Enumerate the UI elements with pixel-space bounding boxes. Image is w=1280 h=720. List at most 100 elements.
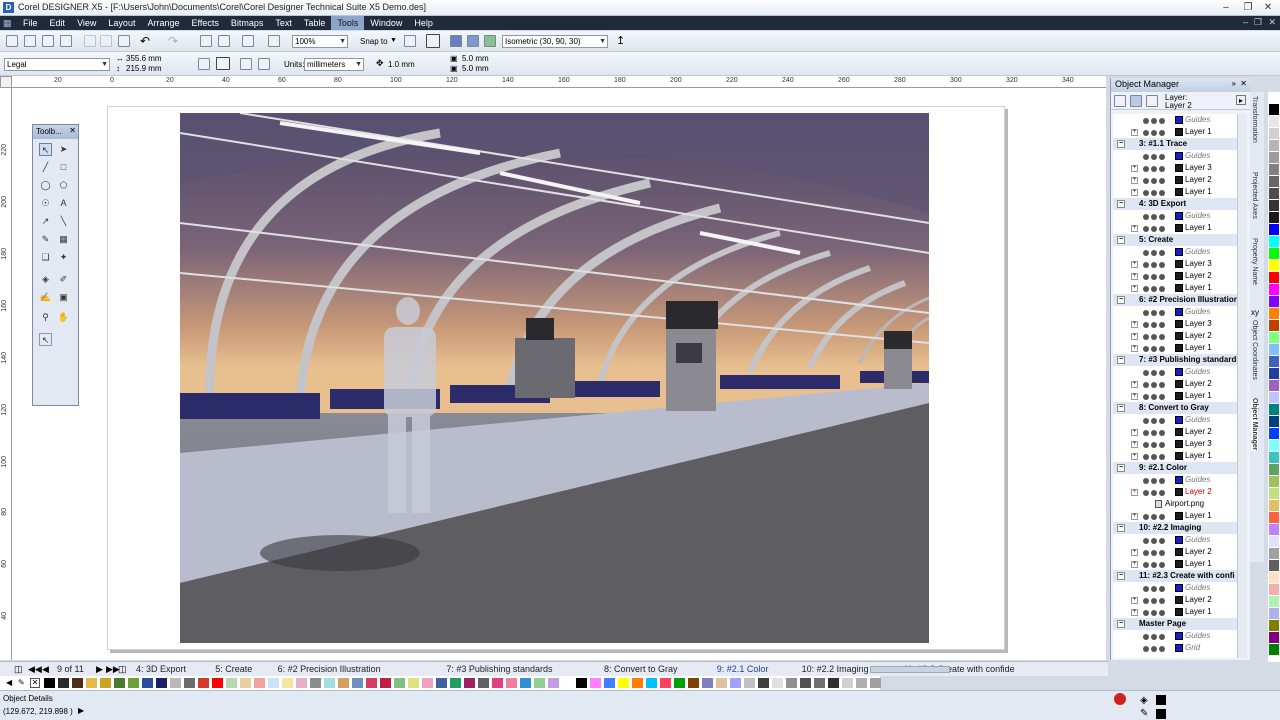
color-swatch[interactable] <box>1269 644 1279 656</box>
outline-indicator-icon[interactable]: ✎ <box>1140 708 1148 719</box>
eye-icon[interactable] <box>1143 310 1149 316</box>
color-swatch[interactable] <box>310 678 321 688</box>
eye-icon[interactable] <box>1143 178 1149 184</box>
eye-icon[interactable] <box>1143 346 1149 352</box>
menu-help[interactable]: Help <box>408 16 439 30</box>
tree-guides-row[interactable]: Guides <box>1113 306 1247 318</box>
layer-color-swatch[interactable] <box>1175 608 1183 616</box>
print-icon[interactable] <box>1151 190 1157 196</box>
print-icon[interactable] <box>1151 250 1157 256</box>
color-swatch[interactable] <box>1269 620 1279 632</box>
shape-tool-icon[interactable]: ➤ <box>57 143 70 156</box>
eye-icon[interactable] <box>1143 262 1149 268</box>
layer-color-swatch[interactable] <box>1175 560 1183 568</box>
color-swatch[interactable] <box>1269 392 1279 404</box>
tree-guides-row[interactable]: Guides <box>1113 366 1247 378</box>
pick-tool-secondary-icon[interactable]: ↖ <box>39 333 52 346</box>
menu-layout[interactable]: Layout <box>102 16 141 30</box>
color-swatch[interactable] <box>114 678 125 688</box>
restore-button[interactable]: ❐ <box>1238 1 1258 14</box>
lock-icon[interactable] <box>1159 190 1165 196</box>
lock-icon[interactable] <box>1159 514 1165 520</box>
redo-icon[interactable]: ↷ <box>168 34 178 48</box>
lock-icon[interactable] <box>1159 610 1165 616</box>
color-swatch[interactable] <box>870 678 881 688</box>
expand-icon[interactable]: + <box>1131 609 1138 616</box>
print-icon[interactable] <box>1151 598 1157 604</box>
expand-icon[interactable]: + <box>1131 333 1138 340</box>
color-swatch[interactable] <box>674 678 685 688</box>
color-swatch[interactable] <box>1269 272 1279 284</box>
lock-icon[interactable] <box>1159 286 1165 292</box>
lock-icon[interactable] <box>1159 586 1165 592</box>
status-expand-icon[interactable]: ▶ <box>78 706 84 715</box>
print-icon[interactable] <box>1151 634 1157 640</box>
snap-dropdown-icon[interactable]: ▼ <box>390 37 397 44</box>
eye-icon[interactable] <box>1143 418 1149 424</box>
eye-icon[interactable] <box>1143 442 1149 448</box>
no-color-swatch[interactable]: ✕ <box>30 678 40 688</box>
horizontal-scrollbar[interactable] <box>870 666 950 673</box>
page-size-combo[interactable]: Legal ▼ <box>4 58 110 71</box>
landscape-icon[interactable] <box>216 57 230 70</box>
color-swatch[interactable] <box>548 678 559 688</box>
tab-property-name[interactable]: Property Name <box>1251 238 1258 285</box>
menu-arrange[interactable]: Arrange <box>141 16 185 30</box>
tree-guides-row[interactable]: Grid <box>1113 642 1247 654</box>
color-swatch[interactable] <box>1269 560 1279 572</box>
polygon-tool-icon[interactable]: ⬠ <box>57 179 70 192</box>
menu-view[interactable]: View <box>71 16 102 30</box>
units-combo[interactable]: millimeters ▼ <box>304 58 364 71</box>
color-swatch[interactable] <box>100 678 111 688</box>
tree-guides-row[interactable]: Guides <box>1113 414 1247 426</box>
print-icon[interactable] <box>1151 346 1157 352</box>
layer-color-swatch[interactable] <box>1175 128 1183 136</box>
color-swatch[interactable] <box>688 678 699 688</box>
layer-color-swatch[interactable] <box>1175 632 1183 640</box>
color-swatch[interactable] <box>1269 224 1279 236</box>
copy-icon[interactable] <box>100 35 112 47</box>
eye-icon[interactable] <box>1143 586 1149 592</box>
color-swatch[interactable] <box>716 678 727 688</box>
menu-tools[interactable]: Tools <box>331 16 365 30</box>
lock-icon[interactable] <box>1159 382 1165 388</box>
previous-page-icon[interactable]: ◀ <box>42 664 49 675</box>
lock-icon[interactable] <box>1159 562 1165 568</box>
color-swatch[interactable] <box>1269 476 1279 488</box>
color-swatch[interactable] <box>198 678 209 688</box>
line-tool-icon[interactable]: ╱ <box>39 161 52 174</box>
tree-layer-row[interactable]: + Layer 2 <box>1113 378 1247 390</box>
minimize-button[interactable]: – <box>1216 1 1236 14</box>
color-swatch[interactable] <box>590 678 601 688</box>
eye-icon[interactable] <box>1143 322 1149 328</box>
crop-tool-icon[interactable]: ❏ <box>39 251 52 264</box>
expand-icon[interactable]: + <box>1131 441 1138 448</box>
color-swatch[interactable] <box>730 678 741 688</box>
current-page-icon[interactable] <box>258 58 270 70</box>
color-swatch[interactable] <box>212 678 223 688</box>
print-icon[interactable] <box>1151 274 1157 280</box>
color-swatch[interactable] <box>814 678 825 688</box>
tree-layer-row[interactable]: + Layer 2 <box>1113 546 1247 558</box>
close-button[interactable]: ✕ <box>1258 1 1278 14</box>
expand-icon[interactable]: + <box>1131 177 1138 184</box>
color-swatch[interactable] <box>646 678 657 688</box>
tab-object-coordinates[interactable]: Object Coordinates <box>1251 320 1258 380</box>
tree-layer-row[interactable]: + Layer 1 <box>1113 510 1247 522</box>
color-swatch[interactable] <box>660 678 671 688</box>
lock-icon[interactable] <box>1159 214 1165 220</box>
lock-icon[interactable] <box>1159 634 1165 640</box>
color-swatch[interactable] <box>1269 500 1279 512</box>
eye-icon[interactable] <box>1143 190 1149 196</box>
tree-guides-row[interactable]: Guides <box>1113 474 1247 486</box>
tree-layer-row[interactable]: + Layer 2 <box>1113 594 1247 606</box>
cut-icon[interactable] <box>84 35 96 47</box>
page-tab[interactable]: 7: #3 Publishing standards <box>446 664 552 674</box>
edit-across-layers-icon[interactable] <box>1130 95 1142 107</box>
layer-color-swatch[interactable] <box>1175 332 1183 340</box>
show-properties-icon[interactable] <box>1114 95 1126 107</box>
color-swatch[interactable] <box>422 678 433 688</box>
menu-table[interactable]: Table <box>298 16 332 30</box>
layer-color-swatch[interactable] <box>1175 392 1183 400</box>
print-icon[interactable] <box>1151 478 1157 484</box>
